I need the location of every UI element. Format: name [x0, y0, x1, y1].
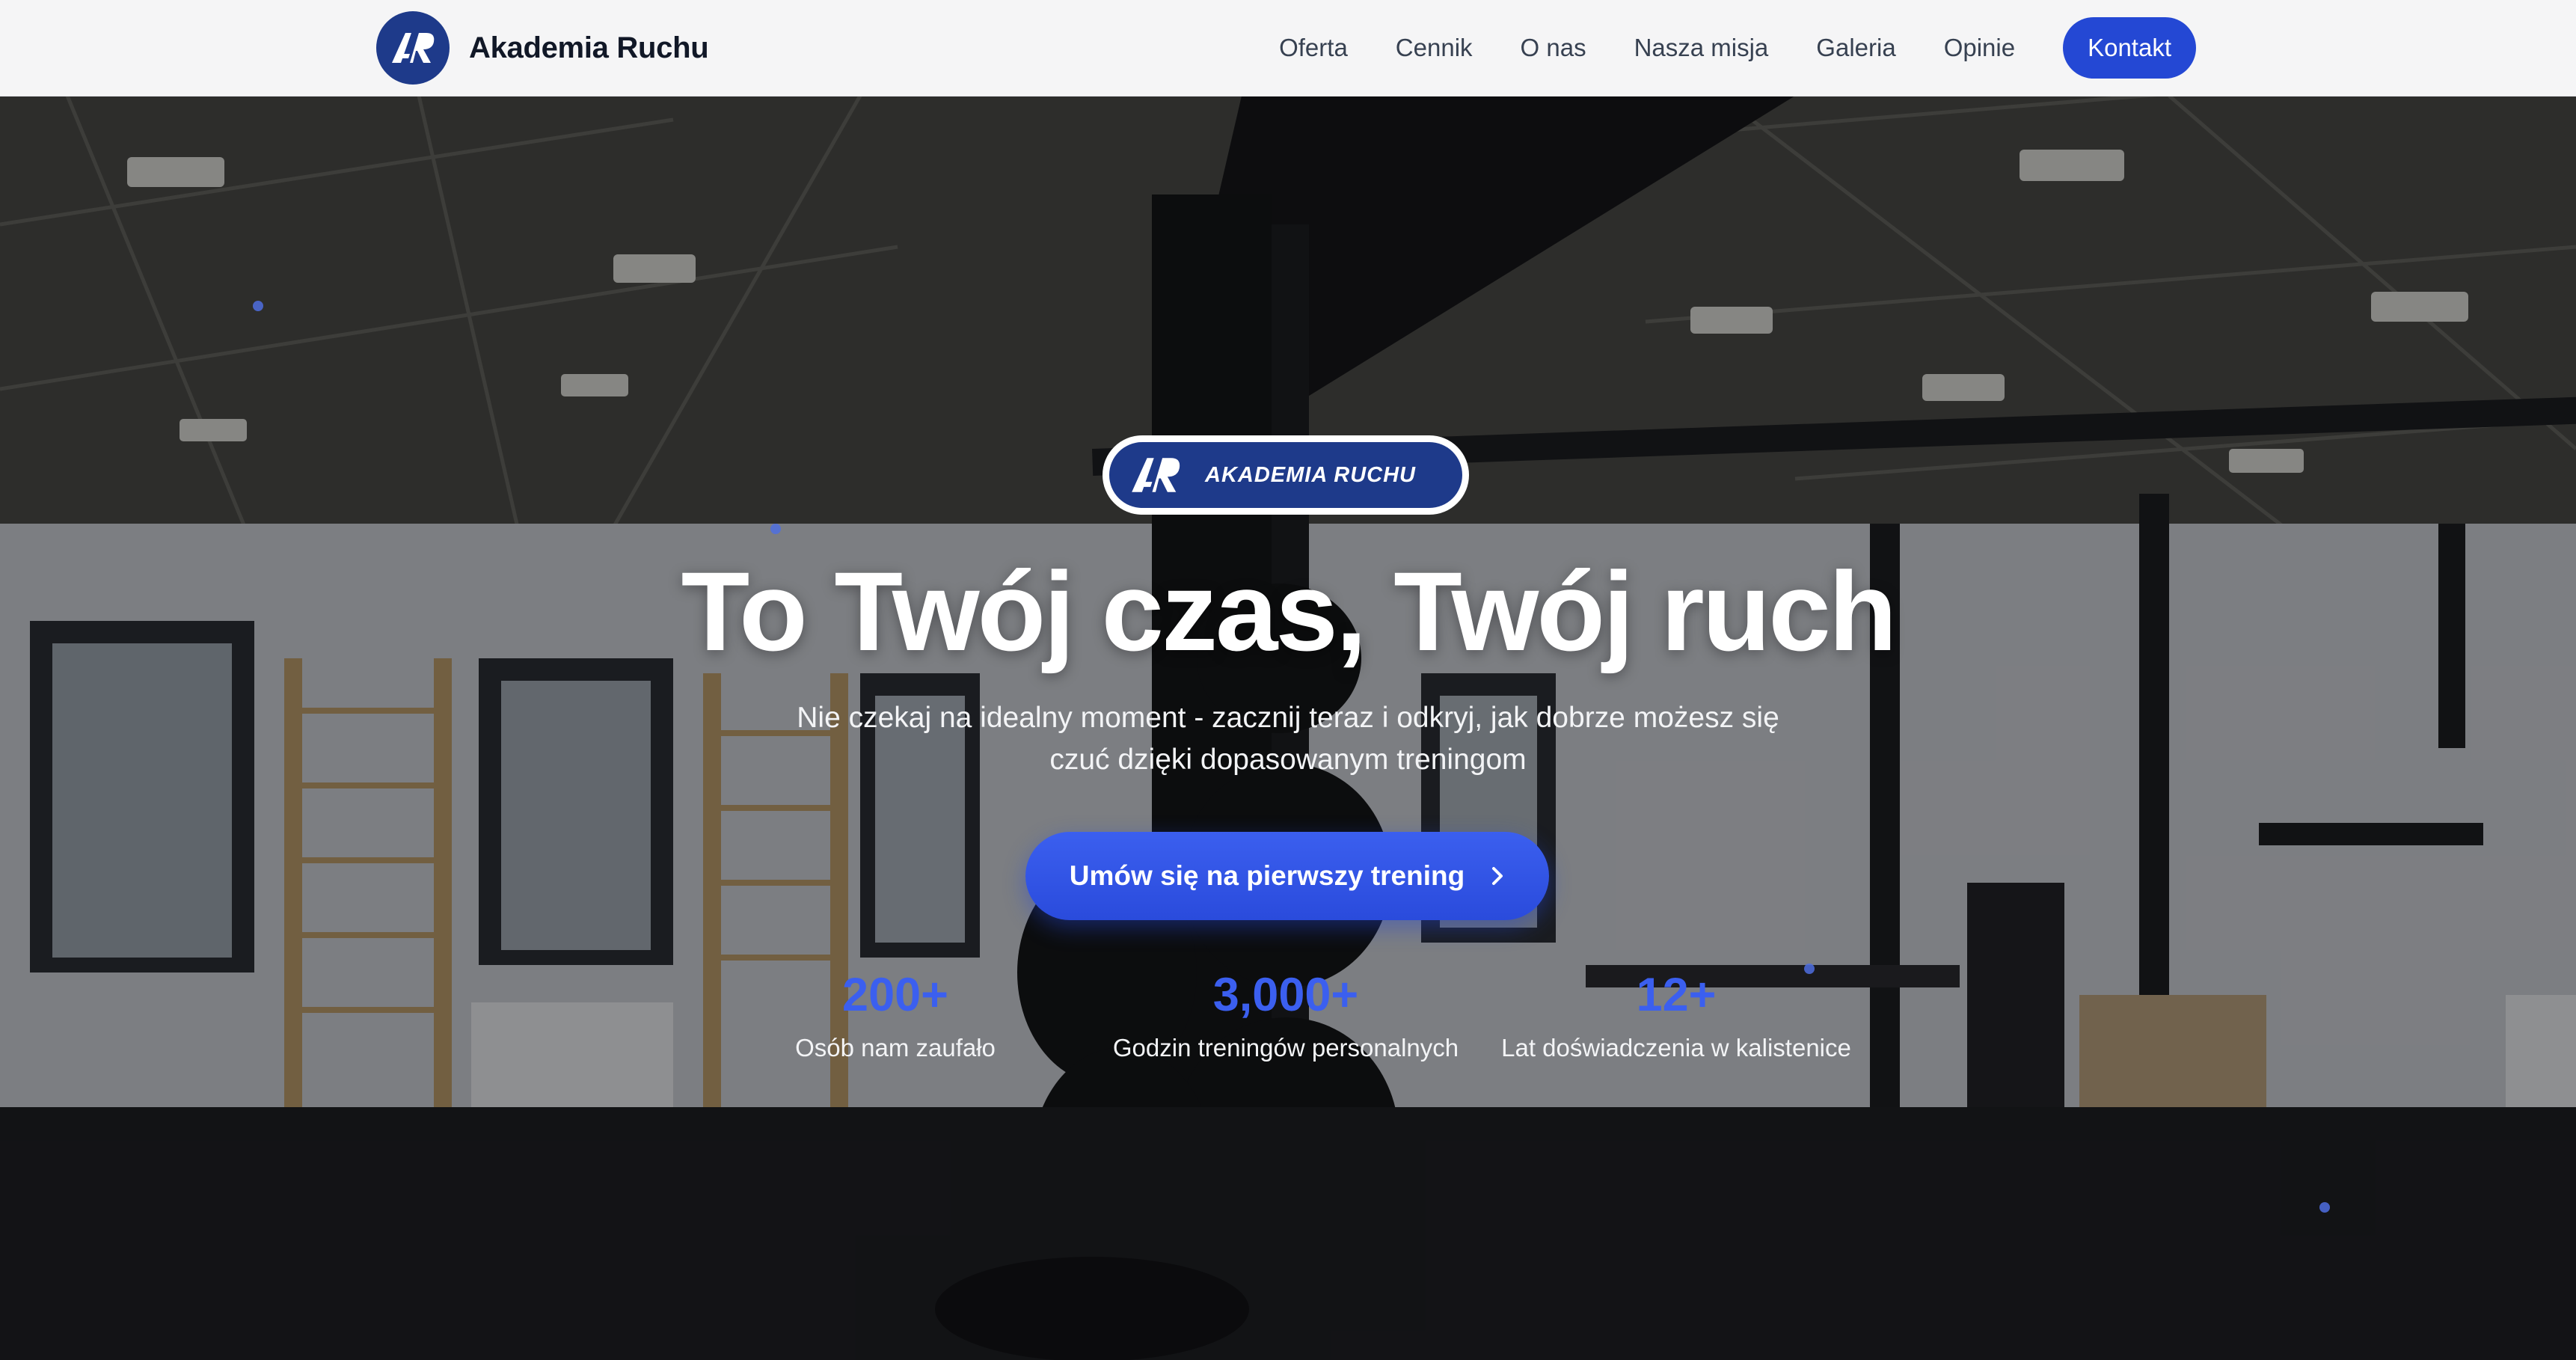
- stat-label: Godzin treningów personalnych: [1112, 1034, 1459, 1062]
- decorative-dot: [253, 301, 263, 311]
- stat-value: 200+: [842, 969, 948, 1021]
- hero-headline: To Twój czas, Twój ruch: [681, 548, 1898, 674]
- brand[interactable]: Akademia Ruchu: [376, 11, 709, 85]
- nav-item-opinie[interactable]: Opinie: [1944, 34, 2015, 62]
- decorative-dot: [770, 524, 781, 534]
- nav-item-oferta[interactable]: Oferta: [1279, 34, 1348, 62]
- stat-value: 3,000+: [1212, 969, 1359, 1021]
- badge-text: AKADEMIA RUCHU: [1205, 462, 1416, 487]
- hero-badge-inner: AKADEMIA RUCHU: [1109, 442, 1462, 508]
- nav-item-o-nas[interactable]: O nas: [1521, 34, 1586, 62]
- ar-logo-icon: [376, 11, 450, 85]
- stat-experience: 12+ Lat doświadczenia w kalistenice: [1482, 967, 1871, 1062]
- stat-hours: 3,000+ Godzin treningów personalnych: [1091, 967, 1480, 1062]
- ar-logo-icon: [1132, 458, 1180, 492]
- cta-label: Umów się na pierwszy trening: [1069, 860, 1465, 891]
- stat-label: Lat doświadczenia w kalistenice: [1501, 1034, 1851, 1062]
- hero-subtitle: Nie czekaj na idealny moment - zacznij t…: [797, 702, 1779, 776]
- stat-value: 12+: [1636, 969, 1717, 1021]
- nav-item-galeria[interactable]: Galeria: [1816, 34, 1895, 62]
- hero-background: [0, 0, 2576, 1360]
- main-nav: Oferta Cennik O nas Nasza misja Galeria …: [1279, 17, 2196, 79]
- stat-label: Osób nam zaufało: [795, 1034, 996, 1062]
- decorative-dot: [2319, 1202, 2330, 1213]
- book-first-training-button[interactable]: Umów się na pierwszy trening: [1025, 832, 1549, 920]
- brand-name: Akademia Ruchu: [469, 31, 709, 64]
- contact-button[interactable]: Kontakt: [2063, 17, 2196, 79]
- hero-badge: AKADEMIA RUCHU: [1103, 435, 1469, 515]
- stat-trusted: 200+ Osób nam zaufało: [701, 967, 1090, 1062]
- hero-dark-overlay: [0, 0, 2576, 1360]
- site-header: Akademia Ruchu Oferta Cennik O nas Nasza…: [0, 0, 2576, 97]
- nav-item-nasza-misja[interactable]: Nasza misja: [1634, 34, 1769, 62]
- nav-item-cennik[interactable]: Cennik: [1396, 34, 1473, 62]
- chevron-right-icon: [1492, 867, 1503, 885]
